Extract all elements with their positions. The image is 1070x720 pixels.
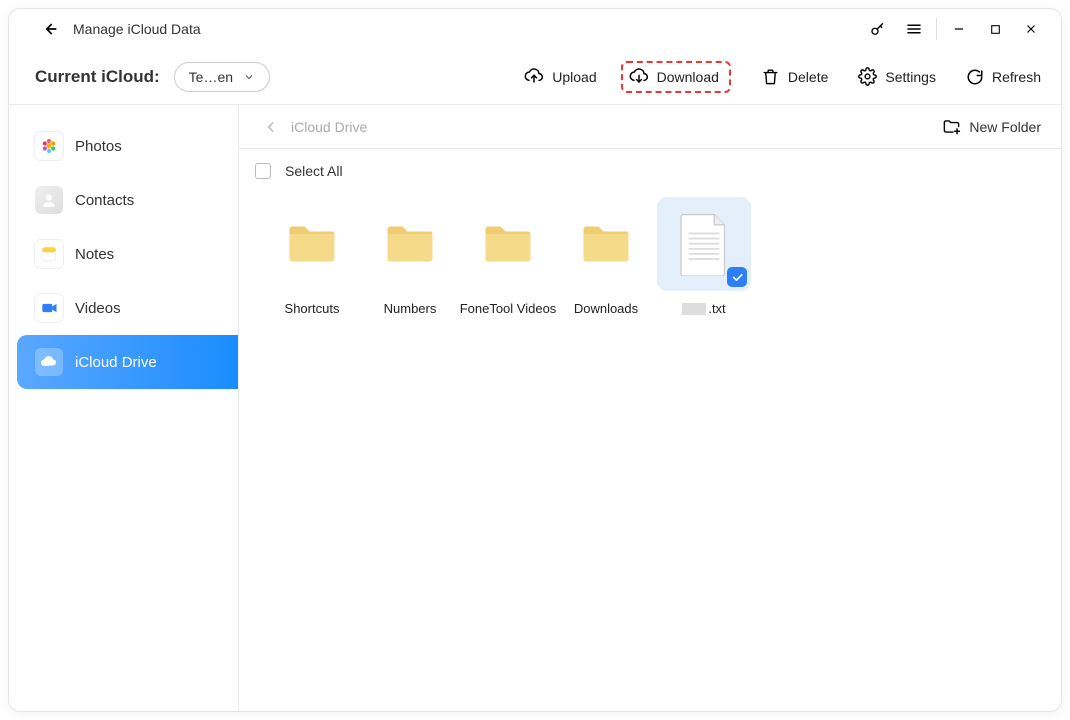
- sidebar-item-icloud-drive[interactable]: iCloud Drive: [17, 335, 238, 389]
- maximize-button[interactable]: [977, 15, 1013, 43]
- breadcrumb-row: iCloud Drive New Folder: [239, 105, 1061, 149]
- settings-button[interactable]: Settings: [858, 67, 936, 86]
- select-all-row: Select All: [239, 149, 1061, 193]
- breadcrumb-path: iCloud Drive: [291, 119, 367, 135]
- toolbar: Current iCloud: Te…en Upload Download De…: [9, 49, 1061, 105]
- breadcrumb-back-button[interactable]: [259, 115, 283, 139]
- app-window: Manage iCloud Data Current iCloud: Te…en…: [8, 8, 1062, 712]
- select-all-checkbox[interactable]: [255, 163, 271, 179]
- download-icon: [629, 67, 649, 87]
- contacts-icon: [35, 186, 63, 214]
- new-folder-icon: [942, 117, 961, 136]
- download-button[interactable]: Download: [621, 61, 731, 93]
- sidebar-label: Contacts: [75, 192, 134, 209]
- key-icon[interactable]: [860, 15, 896, 43]
- selected-badge-icon: [727, 267, 747, 287]
- menu-icon[interactable]: [896, 15, 932, 43]
- account-value: Te…en: [189, 69, 233, 85]
- delete-button[interactable]: Delete: [761, 67, 828, 86]
- trash-icon: [761, 67, 780, 86]
- photos-icon: [35, 132, 63, 160]
- sidebar-item-videos[interactable]: Videos: [17, 281, 238, 335]
- settings-label: Settings: [885, 69, 936, 85]
- download-label: Download: [657, 69, 719, 85]
- sidebar-item-contacts[interactable]: Contacts: [17, 173, 238, 227]
- titlebar: Manage iCloud Data: [9, 9, 1061, 49]
- item-label: Shortcuts: [285, 301, 340, 316]
- item-label: FoneTool Videos: [460, 301, 557, 316]
- upload-label: Upload: [552, 69, 596, 85]
- folder-item[interactable]: Numbers: [361, 197, 459, 316]
- folder-icon: [265, 197, 359, 291]
- current-icloud-label: Current iCloud:: [35, 67, 160, 87]
- refresh-icon: [966, 68, 984, 86]
- upload-icon: [524, 67, 544, 87]
- icloud-drive-icon: [35, 348, 63, 376]
- file-grid: Shortcuts Numbers FoneTool Videos: [239, 193, 1061, 316]
- videos-icon: [35, 294, 63, 322]
- sidebar-item-notes[interactable]: Notes: [17, 227, 238, 281]
- new-folder-button[interactable]: New Folder: [942, 117, 1041, 136]
- file-icon: [657, 197, 751, 291]
- folder-icon: [461, 197, 555, 291]
- file-item[interactable]: .txt: [655, 197, 753, 316]
- refresh-label: Refresh: [992, 69, 1041, 85]
- sidebar: Photos Contacts Notes Videos: [9, 105, 239, 712]
- sidebar-label: iCloud Drive: [75, 354, 157, 371]
- window-title: Manage iCloud Data: [73, 21, 201, 37]
- delete-label: Delete: [788, 69, 828, 85]
- folder-icon: [559, 197, 653, 291]
- folder-item[interactable]: Shortcuts: [263, 197, 361, 316]
- folder-item[interactable]: FoneTool Videos: [459, 197, 557, 316]
- gear-icon: [858, 67, 877, 86]
- item-label: Downloads: [574, 301, 638, 316]
- main: iCloud Drive New Folder Select All Short…: [239, 105, 1061, 712]
- sidebar-item-photos[interactable]: Photos: [17, 119, 238, 173]
- folder-icon: [363, 197, 457, 291]
- minimize-button[interactable]: [941, 15, 977, 43]
- back-button[interactable]: [35, 15, 63, 43]
- notes-icon: [35, 240, 63, 268]
- select-all-label: Select All: [285, 163, 343, 179]
- account-dropdown[interactable]: Te…en: [174, 62, 270, 92]
- item-label: .txt: [682, 301, 725, 316]
- folder-item[interactable]: Downloads: [557, 197, 655, 316]
- upload-button[interactable]: Upload: [524, 67, 596, 87]
- close-button[interactable]: [1013, 15, 1049, 43]
- body: Photos Contacts Notes Videos: [9, 105, 1061, 712]
- separator: [936, 18, 937, 40]
- refresh-button[interactable]: Refresh: [966, 68, 1041, 86]
- sidebar-label: Photos: [75, 138, 122, 155]
- sidebar-label: Notes: [75, 246, 114, 263]
- item-label: Numbers: [384, 301, 437, 316]
- sidebar-label: Videos: [75, 300, 121, 317]
- new-folder-label: New Folder: [969, 119, 1041, 135]
